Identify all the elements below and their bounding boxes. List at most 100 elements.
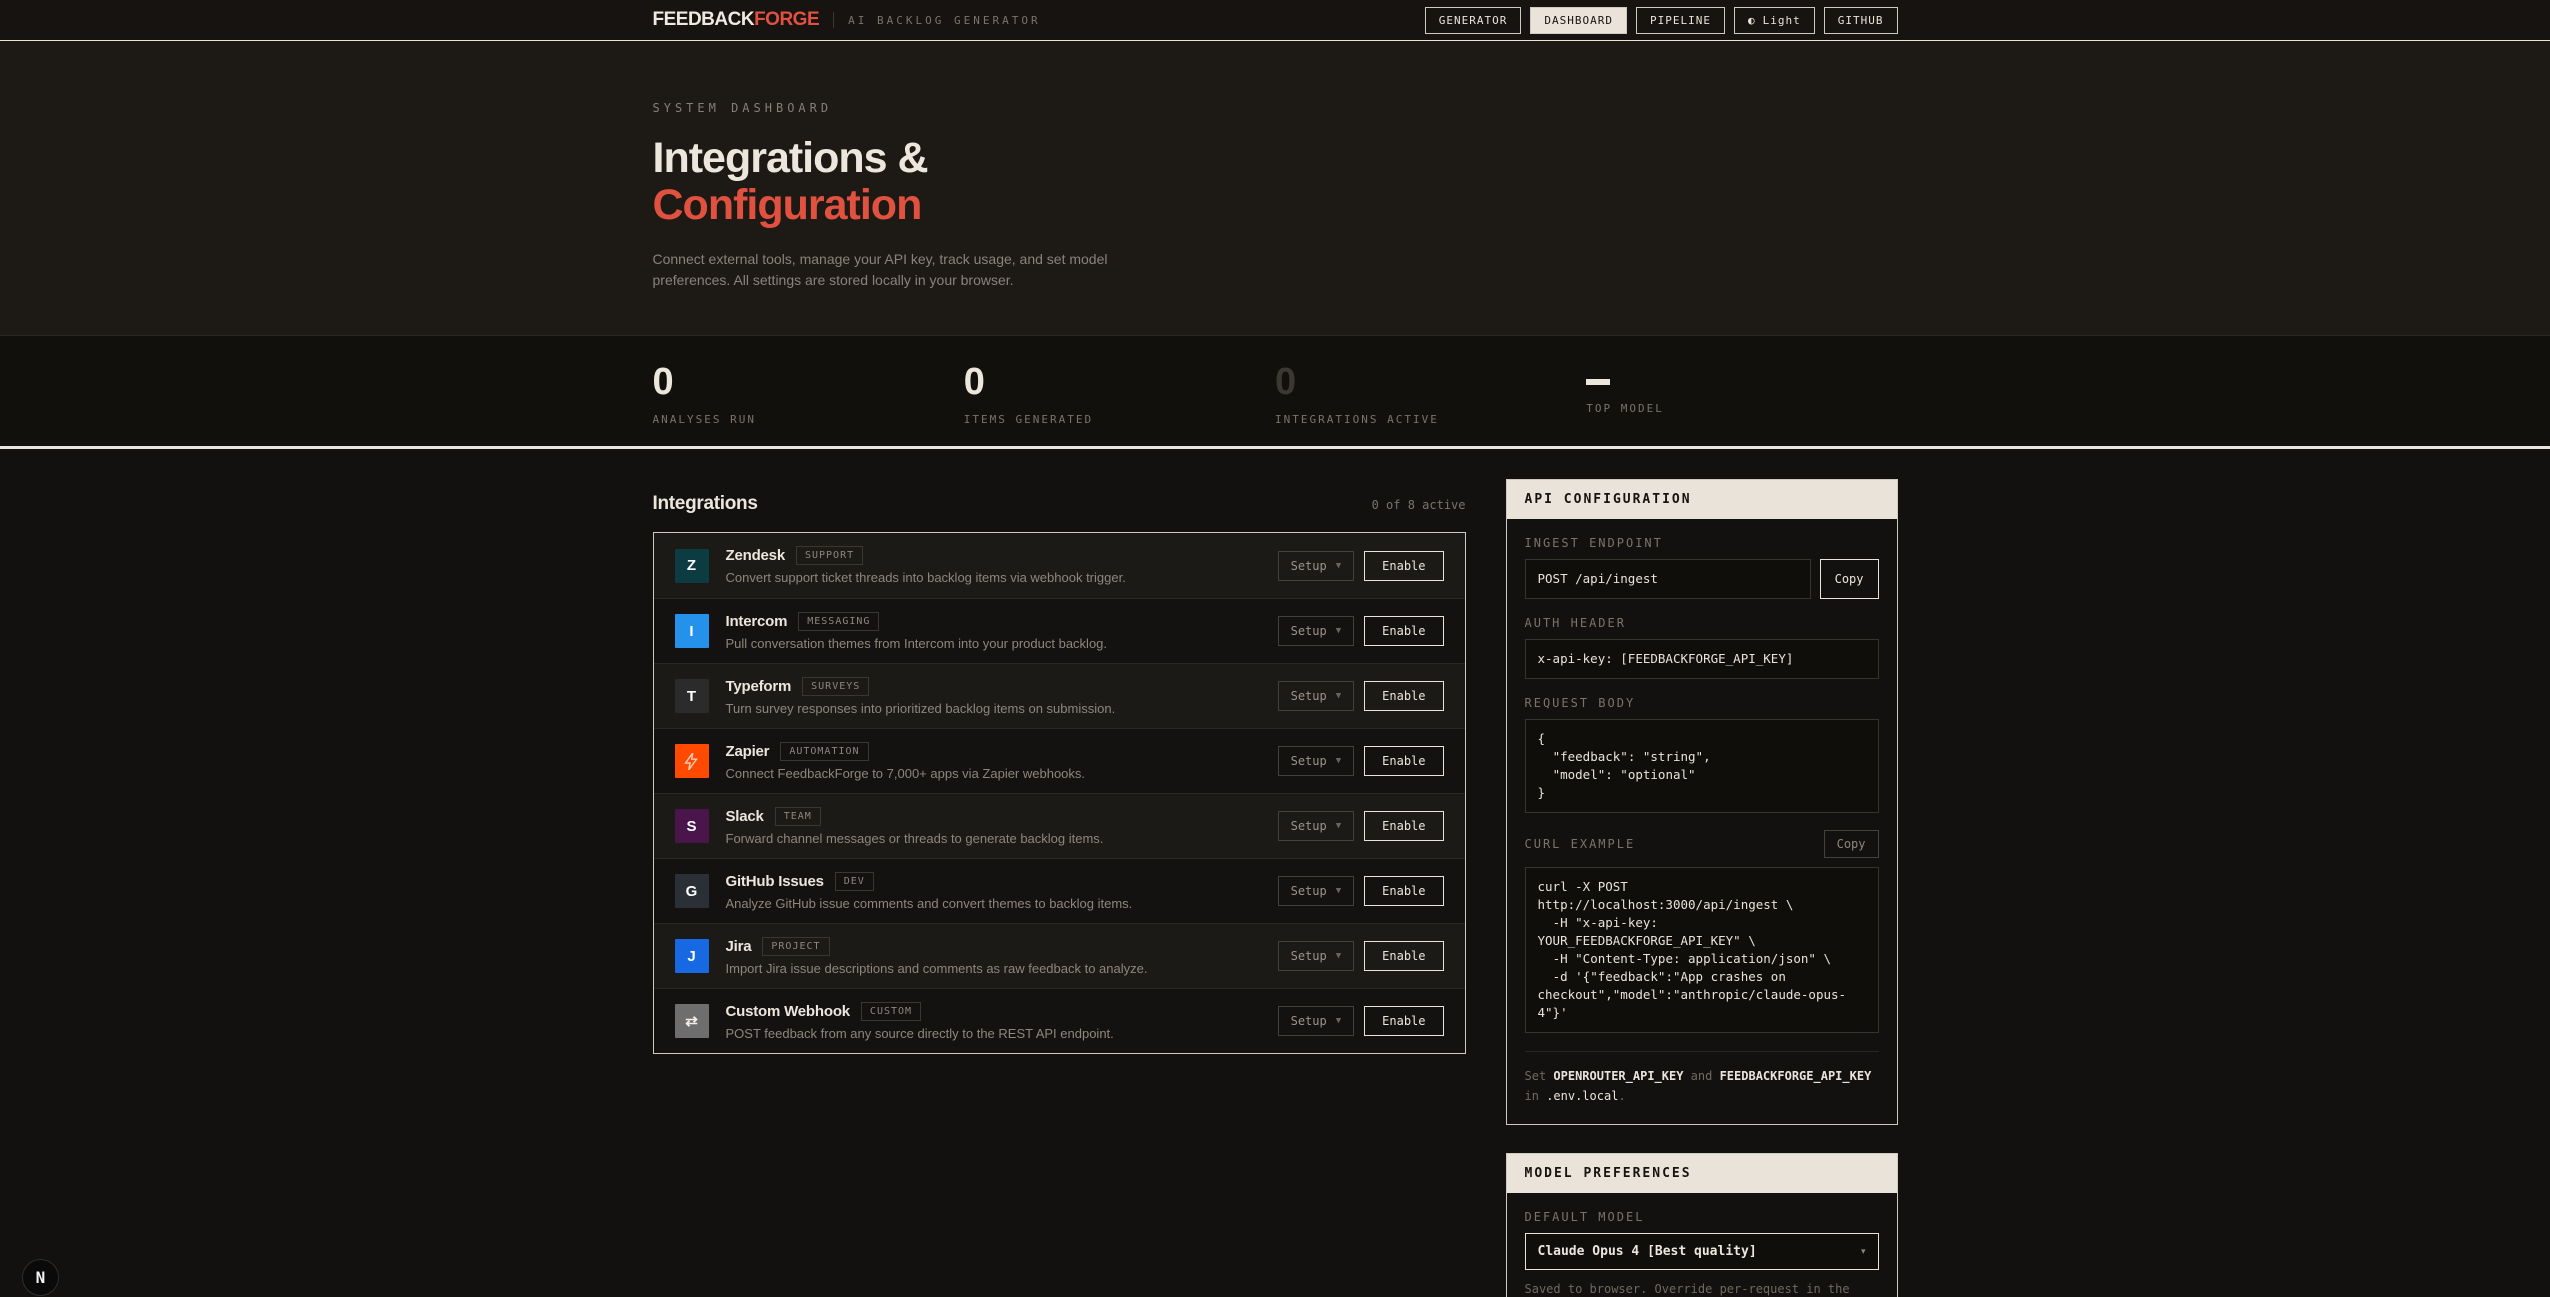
slack-icon: S bbox=[675, 809, 709, 843]
stats-band: 0 ANALYSES RUN 0 ITEMS GENERATED 0 INTEG… bbox=[0, 335, 2550, 449]
enable-button[interactable]: Enable bbox=[1364, 681, 1443, 711]
env-key-openrouter: OPENROUTER_API_KEY bbox=[1553, 1069, 1683, 1083]
integration-tag: AUTOMATION bbox=[780, 742, 868, 761]
zendesk-icon: Z bbox=[675, 549, 709, 583]
enable-button[interactable]: Enable bbox=[1364, 1006, 1443, 1036]
setup-button[interactable]: Setup▼ bbox=[1278, 681, 1355, 711]
webhook-arrows-icon: ⇄ bbox=[675, 1004, 709, 1038]
env-keys-note: Set OPENROUTER_API_KEY and FEEDBACKFORGE… bbox=[1525, 1066, 1879, 1106]
integration-name: Typeform bbox=[726, 678, 792, 695]
integration-name: Intercom bbox=[726, 613, 788, 630]
hero-description: Connect external tools, manage your API … bbox=[653, 249, 1131, 291]
integration-name: Jira bbox=[726, 938, 752, 955]
top-nav-bar: FEEDBACKFORGE AI BACKLOG GENERATOR GENER… bbox=[0, 0, 2550, 41]
logo-feedback: FEEDBACK bbox=[653, 9, 755, 30]
api-configuration-panel: API CONFIGURATION INGEST ENDPOINT POST /… bbox=[1506, 479, 1898, 1125]
typeform-icon: T bbox=[675, 679, 709, 713]
nav-dashboard-button[interactable]: DASHBOARD bbox=[1530, 7, 1627, 34]
integration-tag: DEV bbox=[835, 872, 874, 891]
caret-down-icon: ▼ bbox=[1336, 886, 1341, 896]
nav-actions: GENERATOR DASHBOARD PIPELINE ◐ Light GIT… bbox=[1425, 7, 1898, 34]
app-logo[interactable]: FEEDBACKFORGE AI BACKLOG GENERATOR bbox=[653, 9, 1041, 31]
theme-toggle-label: Light bbox=[1763, 14, 1801, 27]
setup-button[interactable]: Setup▼ bbox=[1278, 811, 1355, 841]
theme-toggle-button[interactable]: ◐ Light bbox=[1734, 7, 1815, 34]
setup-button[interactable]: Setup▼ bbox=[1278, 616, 1355, 646]
app-tagline: AI BACKLOG GENERATOR bbox=[848, 14, 1040, 27]
logo-wordmark: FEEDBACKFORGE bbox=[653, 9, 820, 31]
top-model-dash bbox=[1586, 379, 1610, 385]
caret-down-icon: ▼ bbox=[1336, 561, 1341, 571]
stat-label: ANALYSES RUN bbox=[653, 413, 964, 426]
caret-down-icon: ▾ bbox=[1861, 1246, 1866, 1257]
logo-divider bbox=[833, 12, 834, 28]
integration-row-zendesk: Z Zendesk SUPPORT Convert support ticket… bbox=[654, 533, 1465, 598]
stat-label: INTEGRATIONS ACTIVE bbox=[1275, 413, 1586, 426]
stat-value: 0 bbox=[653, 362, 964, 402]
setup-button[interactable]: Setup▼ bbox=[1278, 941, 1355, 971]
caret-down-icon: ▼ bbox=[1336, 1016, 1341, 1026]
enable-button[interactable]: Enable bbox=[1364, 616, 1443, 646]
jira-icon: J bbox=[675, 939, 709, 973]
stat-value: 0 bbox=[1275, 362, 1586, 402]
setup-button[interactable]: Setup▼ bbox=[1278, 551, 1355, 581]
caret-down-icon: ▼ bbox=[1336, 756, 1341, 766]
request-body-value: { "feedback": "string", "model": "option… bbox=[1525, 719, 1879, 813]
caret-down-icon: ▼ bbox=[1336, 691, 1341, 701]
half-circle-theme-icon: ◐ bbox=[1748, 14, 1756, 27]
page-title-line1: Integrations & bbox=[653, 135, 1898, 182]
hero-section: SYSTEM DASHBOARD Integrations & Configur… bbox=[0, 41, 2550, 335]
env-file-name: .env.local bbox=[1546, 1089, 1618, 1103]
integration-description: Convert support ticket threads into back… bbox=[726, 570, 1278, 585]
integration-tag: TEAM bbox=[775, 807, 821, 826]
env-key-feedbackforge: FEEDBACKFORGE_API_KEY bbox=[1720, 1069, 1872, 1083]
stat-top-model: TOP MODEL bbox=[1586, 362, 1897, 426]
caret-down-icon: ▼ bbox=[1336, 626, 1341, 636]
stat-label: ITEMS GENERATED bbox=[964, 413, 1275, 426]
integration-description: Pull conversation themes from Intercom i… bbox=[726, 636, 1278, 651]
integration-description: Forward channel messages or threads to g… bbox=[726, 831, 1278, 846]
setup-button[interactable]: Setup▼ bbox=[1278, 876, 1355, 906]
setup-button[interactable]: Setup▼ bbox=[1278, 746, 1355, 776]
default-model-select[interactable]: Claude Opus 4 [Best quality] ▾ bbox=[1525, 1233, 1879, 1270]
stat-integrations-active: 0 INTEGRATIONS ACTIVE bbox=[1275, 362, 1586, 426]
integration-tag: SURVEYS bbox=[802, 677, 869, 696]
model-save-note: Saved to browser. Override per-request i… bbox=[1525, 1280, 1879, 1297]
enable-button[interactable]: Enable bbox=[1364, 876, 1443, 906]
enable-button[interactable]: Enable bbox=[1364, 941, 1443, 971]
stat-analyses-run: 0 ANALYSES RUN bbox=[653, 362, 964, 426]
nav-generator-button[interactable]: GENERATOR bbox=[1425, 7, 1522, 34]
selected-model-value: Claude Opus 4 [Best quality] bbox=[1538, 1244, 1757, 1259]
page-title: Integrations & Configuration bbox=[653, 135, 1898, 229]
setup-button[interactable]: Setup▼ bbox=[1278, 1006, 1355, 1036]
integration-tag: SUPPORT bbox=[796, 546, 863, 565]
integration-name: Zapier bbox=[726, 743, 770, 760]
caret-down-icon: ▼ bbox=[1336, 821, 1341, 831]
integrations-list: Z Zendesk SUPPORT Convert support ticket… bbox=[653, 532, 1466, 1054]
copy-endpoint-button[interactable]: Copy bbox=[1820, 559, 1879, 599]
page-title-line2: Configuration bbox=[653, 182, 1898, 229]
nav-github-button[interactable]: GITHUB bbox=[1824, 7, 1898, 34]
model-panel-title: MODEL PREFERENCES bbox=[1507, 1154, 1897, 1193]
integration-description: Import Jira issue descriptions and comme… bbox=[726, 961, 1278, 976]
caret-down-icon: ▼ bbox=[1336, 951, 1341, 961]
nav-pipeline-button[interactable]: PIPELINE bbox=[1636, 7, 1725, 34]
copy-curl-button[interactable]: Copy bbox=[1824, 830, 1879, 858]
enable-button[interactable]: Enable bbox=[1364, 551, 1443, 581]
integration-row-jira: J Jira PROJECT Import Jira issue descrip… bbox=[654, 923, 1465, 988]
github-icon: G bbox=[675, 874, 709, 908]
integration-name: Slack bbox=[726, 808, 764, 825]
enable-button[interactable]: Enable bbox=[1364, 746, 1443, 776]
nextjs-dev-badge[interactable]: N bbox=[22, 1259, 59, 1296]
integration-row-slack: S Slack TEAM Forward channel messages or… bbox=[654, 793, 1465, 858]
integration-row-github-issues: G GitHub Issues DEV Analyze GitHub issue… bbox=[654, 858, 1465, 923]
integration-description: Turn survey responses into prioritized b… bbox=[726, 701, 1278, 716]
integration-description: Connect FeedbackForge to 7,000+ apps via… bbox=[726, 766, 1278, 781]
panel-divider bbox=[1525, 1051, 1879, 1052]
ingest-endpoint-label: INGEST ENDPOINT bbox=[1525, 536, 1879, 550]
stat-value: 0 bbox=[964, 362, 1275, 402]
integration-name: GitHub Issues bbox=[726, 873, 824, 890]
enable-button[interactable]: Enable bbox=[1364, 811, 1443, 841]
stat-items-generated: 0 ITEMS GENERATED bbox=[964, 362, 1275, 426]
curl-example-label: CURL EXAMPLE bbox=[1525, 837, 1636, 851]
